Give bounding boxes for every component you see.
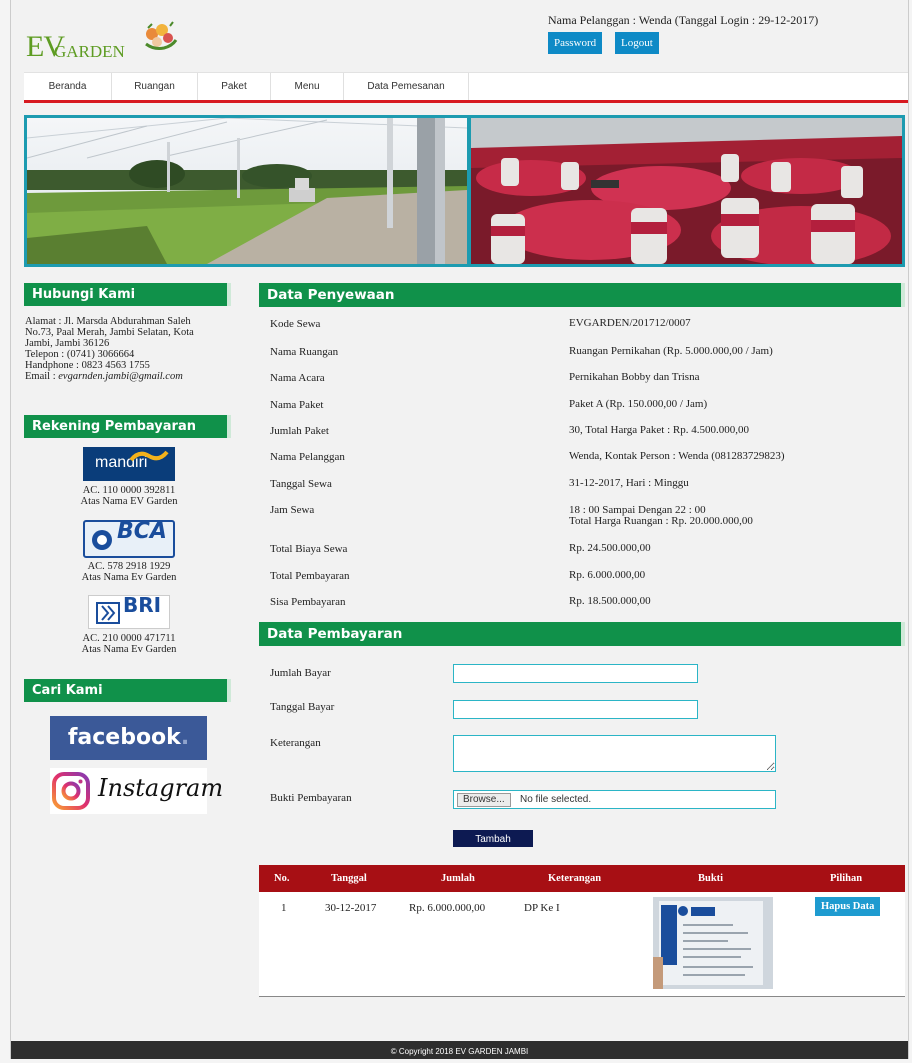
password-button[interactable]: Password: [548, 32, 603, 54]
rental-value-total-harga-ruangan: Total Harga Ruangan : Rp. 20.000.000,00: [569, 515, 753, 527]
cell-date: 30-12-2017: [325, 902, 377, 914]
rental-label-nama-pelanggan: Nama Pelanggan: [270, 451, 345, 463]
rental-value-tanggal-sewa: 31-12-2017, Hari : Minggu: [569, 477, 689, 489]
rental-value-total-biaya: Rp. 24.500.000,00: [569, 542, 651, 554]
rental-value-sisa-pembayaran: Rp. 18.500.000,00: [569, 595, 651, 607]
payment-accounts-title: Rekening Pembayaran: [24, 415, 231, 438]
no-file-text: No file selected.: [520, 794, 592, 805]
nav-divider: [24, 100, 908, 103]
contact-line: Alamat : Jl. Marsda Abdurahman Saleh: [25, 316, 191, 327]
col-header-jumlah: Jumlah: [441, 873, 475, 884]
bank-mandiri: mandiri AC. 110 0000 392811 Atas Nama EV…: [24, 447, 234, 507]
col-header-tanggal: Tanggal: [331, 873, 367, 884]
browse-button[interactable]: Browse...: [457, 793, 511, 807]
cell-amount: Rp. 6.000.000,00: [409, 902, 486, 914]
ev-garden-logo[interactable]: EV GARDEN: [22, 18, 202, 68]
table-row: 1 30-12-2017 Rp. 6.000.000,00 DP Ke I Ha…: [259, 892, 905, 997]
rental-value-nama-pelanggan: Wenda, Kontak Person : Wenda (0812837298…: [569, 450, 785, 462]
logo-garden-text: GARDEN: [54, 42, 125, 61]
contact-section-title: Hubungi Kami: [24, 283, 231, 306]
contact-line: Telepon : (0741) 3066664: [25, 349, 135, 360]
proof-image-thumbnail[interactable]: [653, 897, 773, 989]
rental-label-tanggal-sewa: Tanggal Sewa: [270, 478, 332, 490]
rental-label-nama-paket: Nama Paket: [270, 399, 324, 411]
col-header-pilihan: Pilihan: [830, 873, 863, 884]
proof-label: Bukti Pembayaran: [270, 792, 352, 804]
col-header-no: No.: [274, 873, 290, 884]
banner-garden-photo: [27, 118, 467, 264]
rental-label-nama-acara: Nama Acara: [270, 372, 325, 384]
contact-details: Alamat : Jl. Marsda Abdurahman Saleh No.…: [25, 316, 235, 382]
footer-copyright: © Copyright 2018 EV GARDEN JAMBI: [11, 1041, 908, 1059]
rental-value-nama-paket: Paket A (Rp. 150.000,00 / Jam): [569, 398, 708, 410]
facebook-link[interactable]: facebook.: [50, 716, 207, 760]
payment-table-header: No. Tanggal Jumlah Keterangan Bukti Pili…: [259, 865, 905, 892]
banner-reception-photo: [471, 118, 902, 264]
rental-label-nama-ruangan: Nama Ruangan: [270, 346, 339, 358]
flower-bouquet-icon: [145, 21, 178, 50]
hero-banner: [24, 115, 905, 267]
nav-item-paket[interactable]: Paket: [198, 73, 271, 100]
nav-item-beranda[interactable]: Beranda: [24, 73, 112, 100]
customer-login-info: Nama Pelanggan : Wenda (Tanggal Login : …: [548, 13, 819, 27]
mandiri-logo-icon: mandiri: [83, 447, 175, 481]
cell-note: DP Ke I: [524, 902, 560, 914]
rental-label-total-biaya: Total Biaya Sewa: [270, 543, 348, 555]
bank-account-holder: Atas Nama Ev Garden: [81, 572, 177, 583]
bank-bca: BCA AC. 578 2918 1929 Atas Nama Ev Garde…: [24, 520, 234, 583]
col-header-bukti: Bukti: [698, 873, 724, 884]
nav-item-ruangan[interactable]: Ruangan: [112, 73, 198, 100]
amount-label: Jumlah Bayar: [270, 667, 331, 679]
bank-account-holder: Atas Nama EV Garden: [80, 496, 178, 507]
rental-value-jam-sewa: 18 : 00 Sampai Dengan 22 : 00 Total Harg…: [569, 505, 753, 527]
nav-item-data-pemesanan[interactable]: Data Pemesanan: [344, 73, 469, 100]
rental-value-jumlah-paket: 30, Total Harga Paket : Rp. 4.500.000,00: [569, 424, 750, 436]
rental-label-kode-sewa: Kode Sewa: [270, 318, 321, 330]
payment-date-input[interactable]: [453, 700, 698, 719]
email-link[interactable]: evgarnden.jambi@gmail.com: [58, 371, 183, 382]
cell-no: 1: [281, 902, 287, 914]
amount-input[interactable]: [453, 664, 698, 683]
instagram-icon: [52, 772, 90, 810]
rental-label-sisa-pembayaran: Sisa Pembayaran: [270, 596, 346, 608]
bca-logo-icon: BCA: [83, 520, 175, 558]
rental-value-kode-sewa: EVGARDEN/201712/0007: [569, 317, 691, 329]
contact-line: Jambi, Jambi 36126: [25, 338, 110, 349]
proof-file-input[interactable]: Browse... No file selected.: [453, 790, 776, 809]
rental-section-title: Data Penyewaan: [259, 283, 905, 307]
bank-account-number: AC. 578 2918 1929: [87, 561, 171, 572]
note-label: Keterangan: [270, 737, 321, 749]
rental-label-total-pembayaran: Total Pembayaran: [270, 570, 350, 582]
rental-label-jumlah-paket: Jumlah Paket: [270, 425, 329, 437]
rental-label-jam-sewa: Jam Sewa: [270, 504, 315, 516]
delete-payment-button[interactable]: Hapus Data: [815, 897, 881, 916]
bri-logo-icon: BRI: [88, 595, 170, 629]
bank-account-number: AC. 110 0000 392811: [82, 485, 176, 496]
logout-button[interactable]: Logout: [615, 32, 659, 54]
bank-bri: BRI AC. 210 0000 471711 Atas Nama Ev Gar…: [24, 595, 234, 655]
facebook-label: facebook: [67, 725, 181, 750]
instagram-label: Instagram: [98, 774, 224, 802]
contact-line: No.73, Paal Merah, Jambi Selatan, Kota: [25, 327, 194, 338]
rental-value-nama-ruangan: Ruangan Pernikahan (Rp. 5.000.000,00 / J…: [569, 345, 773, 357]
bank-account-holder: Atas Nama Ev Garden: [81, 644, 177, 655]
rental-value-total-pembayaran: Rp. 6.000.000,00: [569, 569, 646, 581]
main-nav: Beranda Ruangan Paket Menu Data Pemesana…: [24, 72, 908, 100]
note-textarea[interactable]: [453, 735, 776, 772]
payment-section-title: Data Pembayaran: [259, 622, 905, 646]
contact-line: Handphone : 0823 4563 1755: [25, 360, 150, 371]
email-label: Email :: [25, 371, 59, 382]
col-header-keterangan: Keterangan: [548, 873, 602, 884]
rental-value-nama-acara: Pernikahan Bobby dan Trisna: [569, 371, 700, 383]
payment-date-label: Tanggal Bayar: [270, 701, 335, 713]
nav-item-menu[interactable]: Menu: [271, 73, 344, 100]
bank-account-number: AC. 210 0000 471711: [82, 633, 176, 644]
add-payment-button[interactable]: Tambah: [453, 830, 533, 847]
find-us-title: Cari Kami: [24, 679, 231, 702]
instagram-link[interactable]: Instagram: [50, 768, 223, 814]
